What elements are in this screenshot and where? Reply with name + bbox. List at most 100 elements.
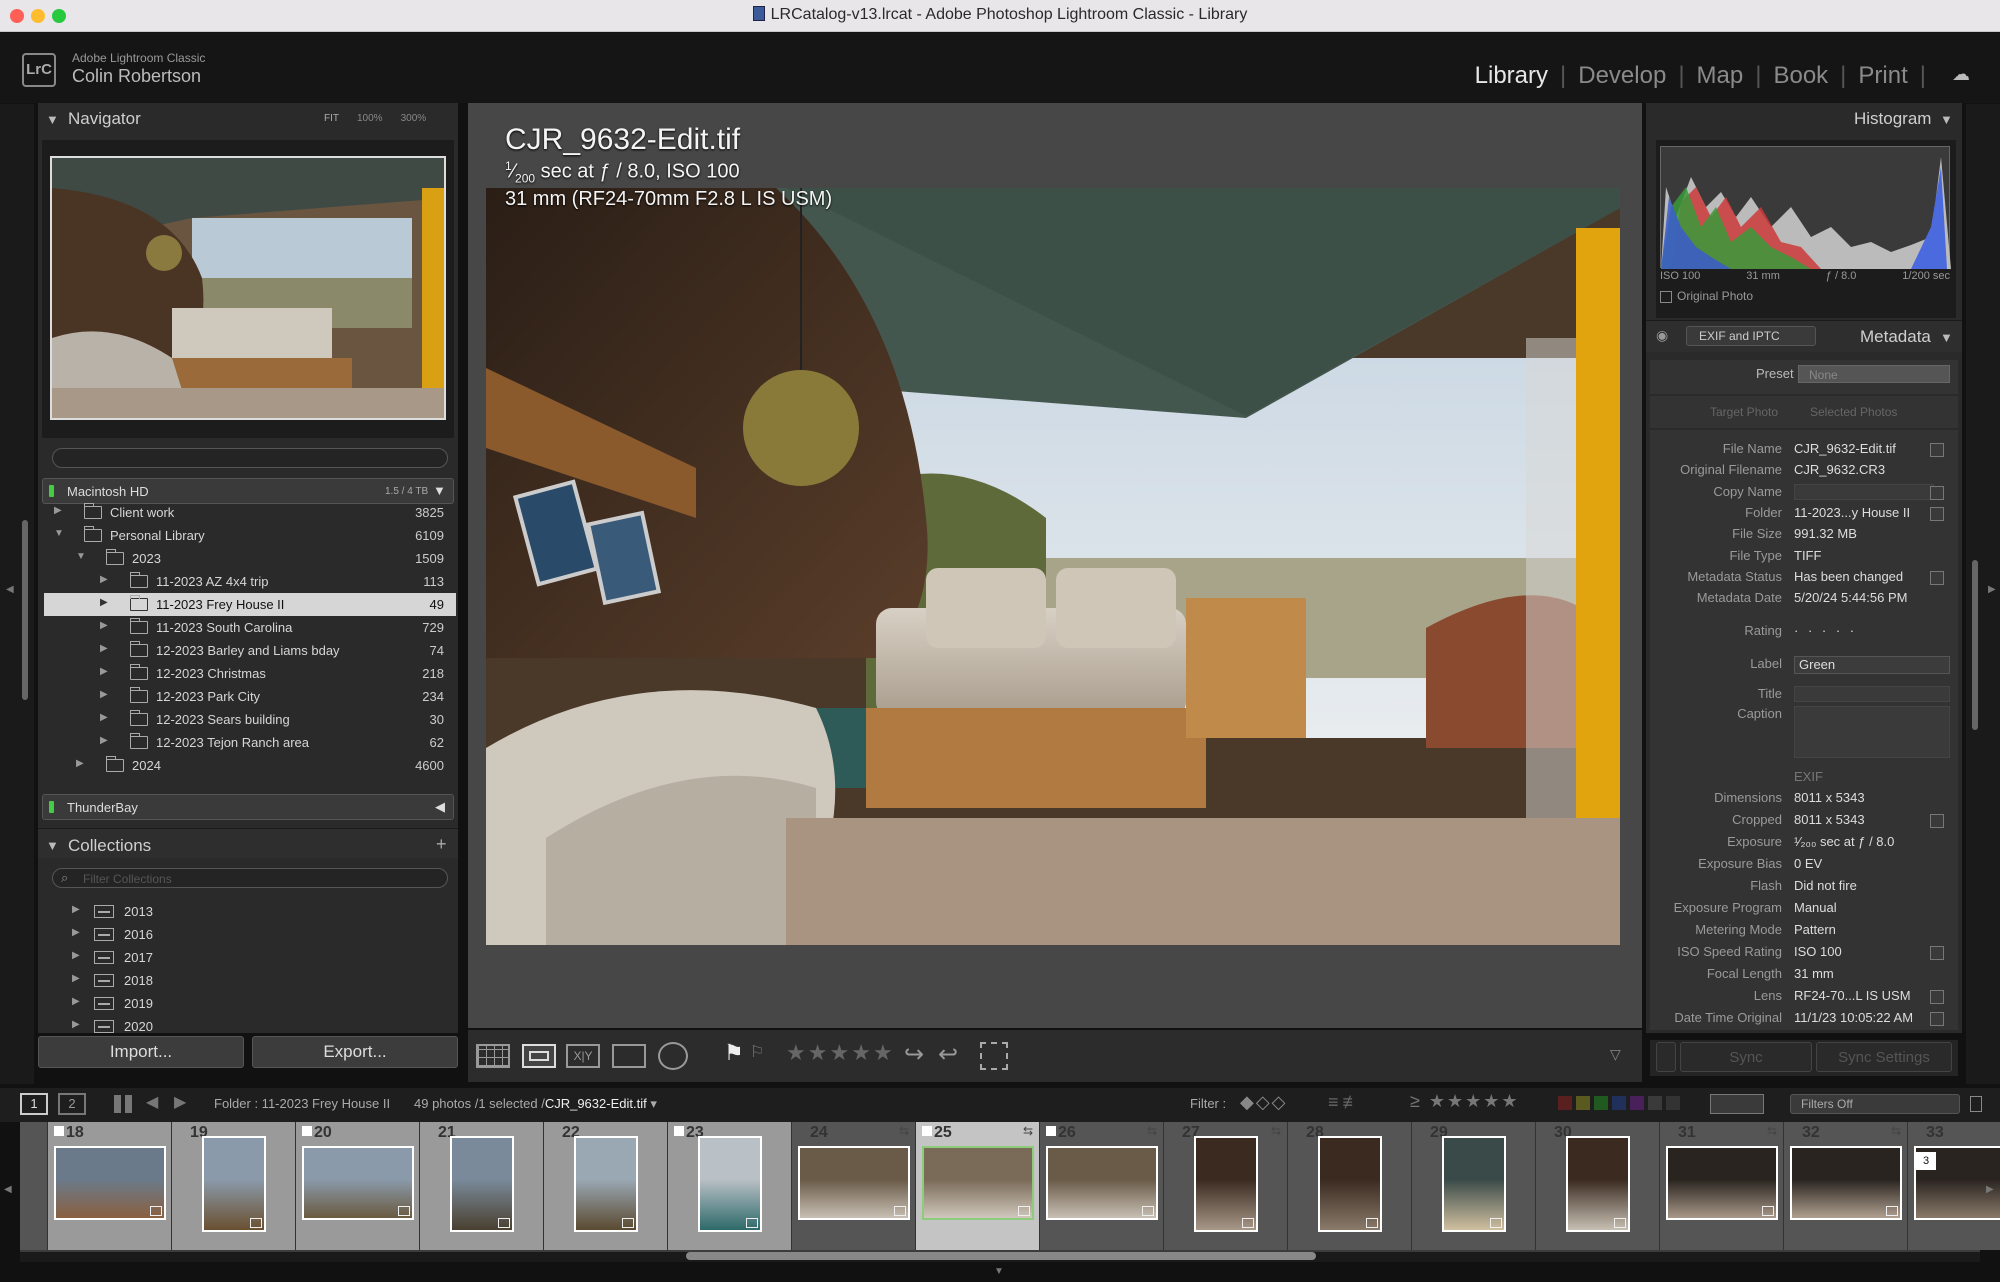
- stack-count-badge[interactable]: 3: [1916, 1152, 1936, 1170]
- histogram-collapse-icon[interactable]: ▼: [1940, 112, 1953, 127]
- sync-button[interactable]: Sync: [1680, 1042, 1812, 1072]
- original-photo-checkbox[interactable]: [1660, 291, 1672, 303]
- folder-row[interactable]: ▼ Personal Library 6109: [44, 524, 456, 547]
- filmstrip-right-icon[interactable]: ▶: [1986, 1184, 1994, 1195]
- filmstrip-thumbnail[interactable]: [798, 1146, 910, 1220]
- metadata-set-select[interactable]: EXIF and IPTC: [1686, 326, 1816, 346]
- filmstrip-thumbnail[interactable]: [1194, 1136, 1258, 1232]
- metadata-action-icon[interactable]: [1930, 507, 1944, 521]
- star-icon[interactable]: ★: [873, 1040, 893, 1066]
- bottom-panel-toggle-icon[interactable]: ▼: [994, 1266, 1004, 1277]
- disclosure-triangle-icon[interactable]: ▶: [100, 574, 108, 585]
- filmstrip-thumbnail[interactable]: [574, 1136, 638, 1232]
- collections-collapse-icon[interactable]: ▼: [46, 838, 59, 853]
- filmstrip-cell[interactable]: 26 ⇆: [1040, 1122, 1164, 1250]
- star-rating[interactable]: ★ ★ ★ ★ ★: [786, 1040, 893, 1066]
- collection-set-row[interactable]: ▶ 2017: [44, 946, 456, 969]
- filmstrip-thumbnail[interactable]: [1442, 1136, 1506, 1232]
- filter-preset-select[interactable]: Filters Off: [1790, 1094, 1960, 1114]
- folder-row[interactable]: ▶ Client work 3825: [44, 501, 456, 524]
- pick-flag-icon[interactable]: ⚑: [724, 1040, 744, 1066]
- disclosure-triangle-icon[interactable]: ▼: [54, 528, 64, 539]
- volume-thunderbay[interactable]: ThunderBay ◀: [42, 794, 454, 820]
- color-label-filter[interactable]: [1558, 1096, 1680, 1110]
- filmstrip-cell[interactable]: 23: [668, 1122, 792, 1250]
- custom-label-icon[interactable]: [1648, 1096, 1662, 1110]
- filmstrip-thumbnail[interactable]: [1790, 1146, 1902, 1220]
- filmstrip-cell[interactable]: [20, 1122, 48, 1250]
- collections-filter[interactable]: ⌕ Filter Collections: [52, 868, 448, 888]
- module-book[interactable]: Book: [1773, 62, 1828, 90]
- disclosure-triangle-icon[interactable]: ▶: [72, 996, 80, 1007]
- disclosure-triangle-icon[interactable]: ▶: [72, 950, 80, 961]
- preset-select[interactable]: None: [1798, 365, 1950, 383]
- filmstrip-cell[interactable]: 25 ⇆: [916, 1122, 1040, 1250]
- filmstrip-thumbnail[interactable]: [202, 1136, 266, 1232]
- rating-filter[interactable]: ≥ ★★★★★: [1410, 1091, 1520, 1112]
- volume-expand-icon[interactable]: ◀: [435, 799, 445, 815]
- filmstrip-thumbnail[interactable]: [698, 1136, 762, 1232]
- filmstrip-thumbnail[interactable]: [1318, 1136, 1382, 1232]
- disclosure-triangle-icon[interactable]: ▶: [100, 689, 108, 700]
- folder-row[interactable]: ▶ 12-2023 Barley and Liams bday 74: [44, 639, 456, 662]
- exif-action-icon[interactable]: [1930, 814, 1944, 828]
- disclosure-triangle-icon[interactable]: ▶: [100, 643, 108, 654]
- navigator-preview[interactable]: [50, 156, 446, 420]
- filmstrip-thumbnail[interactable]: [922, 1146, 1034, 1220]
- filmstrip-cell[interactable]: 29: [1412, 1122, 1536, 1250]
- edit-filter-icons[interactable]: ≡≢: [1328, 1092, 1365, 1113]
- main-photo[interactable]: [486, 188, 1620, 945]
- module-library[interactable]: Library: [1475, 62, 1548, 90]
- disclosure-triangle-icon[interactable]: ▶: [72, 927, 80, 938]
- toolbar-menu-icon[interactable]: ▽: [1610, 1046, 1621, 1063]
- filmstrip-left-icon[interactable]: ◀: [4, 1184, 12, 1195]
- pick-flag-icon[interactable]: [1046, 1126, 1056, 1136]
- disclosure-triangle-icon[interactable]: ▶: [72, 973, 80, 984]
- reject-flag-icon[interactable]: ⚐: [750, 1042, 764, 1062]
- grid-view-icon[interactable]: [114, 1095, 132, 1113]
- zoom-100[interactable]: 100%: [357, 113, 383, 124]
- blue-label-icon[interactable]: [1612, 1096, 1626, 1110]
- yellow-label-icon[interactable]: [1576, 1096, 1590, 1110]
- disclosure-triangle-icon[interactable]: ▶: [54, 505, 62, 516]
- zoom-fit[interactable]: FIT: [324, 113, 339, 124]
- filmstrip-thumbnail[interactable]: [1666, 1146, 1778, 1220]
- red-label-icon[interactable]: [1558, 1096, 1572, 1110]
- collection-set-row[interactable]: ▶ 2016: [44, 923, 456, 946]
- zoom-300[interactable]: 300%: [401, 113, 427, 124]
- crop-overlay-icon[interactable]: [980, 1042, 1008, 1070]
- filmstrip-cell[interactable]: 24 ⇆: [792, 1122, 916, 1250]
- exif-action-icon[interactable]: [1930, 1012, 1944, 1026]
- exif-action-icon[interactable]: [1930, 946, 1944, 960]
- filmstrip-cell[interactable]: 21: [420, 1122, 544, 1250]
- people-view-icon[interactable]: [658, 1042, 688, 1070]
- folder-row[interactable]: ▶ 12-2023 Tejon Ranch area 62: [44, 731, 456, 754]
- title-field[interactable]: [1794, 686, 1950, 702]
- folder-row[interactable]: ▶ 12-2023 Christmas 218: [44, 662, 456, 685]
- sync-toggle[interactable]: [1656, 1042, 1676, 1072]
- module-map[interactable]: Map: [1697, 62, 1744, 90]
- add-collection-icon[interactable]: +: [436, 834, 447, 855]
- folder-row[interactable]: ▶ 11-2023 AZ 4x4 trip 113: [44, 570, 456, 593]
- disclosure-triangle-icon[interactable]: ▶: [100, 712, 108, 723]
- filmstrip-thumbnail[interactable]: [302, 1146, 414, 1220]
- volume-expand-icon[interactable]: ▼: [433, 483, 446, 498]
- import-button[interactable]: Import...: [38, 1036, 244, 1068]
- filmstrip-thumbnail[interactable]: [1566, 1136, 1630, 1232]
- rotate-right-icon[interactable]: ↩: [938, 1040, 958, 1069]
- green-label-icon[interactable]: [1594, 1096, 1608, 1110]
- disclosure-triangle-icon[interactable]: ▼: [76, 551, 86, 562]
- star-icon[interactable]: ★: [786, 1040, 806, 1066]
- filmstrip-cell[interactable]: 22: [544, 1122, 668, 1250]
- filmstrip-source[interactable]: Folder : 11-2023 Frey House II: [214, 1096, 390, 1111]
- caption-field[interactable]: [1794, 706, 1950, 758]
- pick-flag-icon[interactable]: [302, 1126, 312, 1136]
- module-develop[interactable]: Develop: [1578, 62, 1666, 90]
- folder-row[interactable]: ▶ 11-2023 South Carolina 729: [44, 616, 456, 639]
- selected-photos-button[interactable]: Selected Photos: [1810, 405, 1897, 419]
- filmstrip-cell[interactable]: 27 ⇆: [1164, 1122, 1288, 1250]
- pick-flag-icon[interactable]: [674, 1126, 684, 1136]
- filmstrip-cell[interactable]: 30: [1536, 1122, 1660, 1250]
- folder-row-selected[interactable]: ▶ 11-2023 Frey House II 49: [44, 593, 456, 616]
- rotate-left-icon[interactable]: ↪: [904, 1040, 924, 1069]
